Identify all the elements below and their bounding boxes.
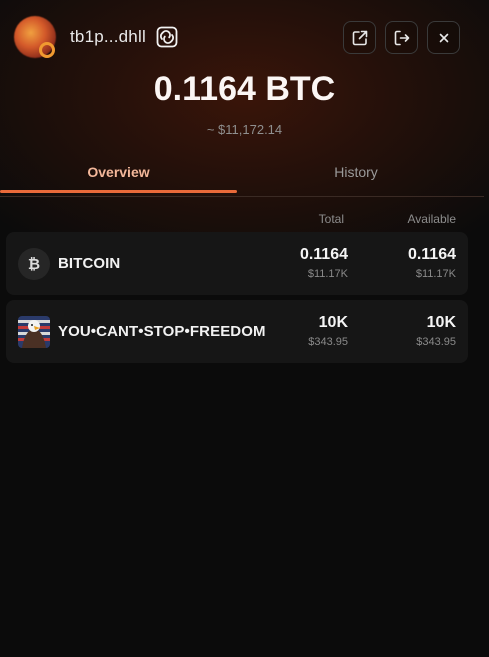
rune-eagle-icon: [18, 316, 50, 348]
active-tab-indicator: [0, 190, 237, 193]
token-available-amount: 10K: [426, 314, 456, 331]
logout-icon: [394, 30, 409, 45]
token-row-bitcoin[interactable]: ₿ BITCOIN 0.1164 $11.17K 0.1164 $11.17K: [6, 232, 468, 295]
external-link-icon: [352, 30, 367, 45]
wallet-panel: tb1p...dhll 0.1164 BTC ~ $11,172.14 Over…: [0, 0, 489, 657]
token-total-amount: 10K: [318, 314, 348, 331]
wallet-header: tb1p...dhll: [0, 0, 489, 76]
total-balance: 0.1164 BTC: [153, 70, 336, 108]
account-avatar[interactable]: [14, 16, 56, 58]
close-icon: [439, 33, 448, 42]
open-external-button[interactable]: [343, 21, 376, 54]
token-available-usd: $343.95: [416, 336, 456, 348]
logout-button[interactable]: [385, 21, 418, 54]
token-total-usd: $343.95: [308, 336, 348, 348]
copy-address-button[interactable]: [156, 26, 178, 48]
column-header-total: Total: [318, 212, 344, 226]
token-available-usd: $11.17K: [415, 268, 456, 280]
token-total-amount: 0.1164: [299, 246, 348, 263]
copy-icon: [156, 26, 178, 48]
token-name: BITCOIN: [58, 255, 121, 272]
balance-usd-value: ~ $11,172.14: [206, 122, 283, 137]
column-header-available: Available: [407, 212, 456, 226]
bitcoin-icon: ₿: [18, 248, 50, 280]
token-name: YOU•CANT•STOP•FREEDOM: [58, 323, 266, 340]
close-button[interactable]: [427, 21, 460, 54]
tab-history[interactable]: History: [237, 152, 475, 192]
bitcoin-badge-icon: [39, 42, 55, 58]
wallet-address: tb1p...dhll: [70, 27, 146, 46]
token-available-amount: 0.1164: [407, 246, 456, 263]
tab-overview[interactable]: Overview: [0, 152, 237, 192]
token-row-you-cant-stop-freedom[interactable]: YOU•CANT•STOP•FREEDOM 10K $343.95 10K $3…: [6, 300, 468, 363]
token-total-usd: $11.17K: [307, 268, 348, 280]
